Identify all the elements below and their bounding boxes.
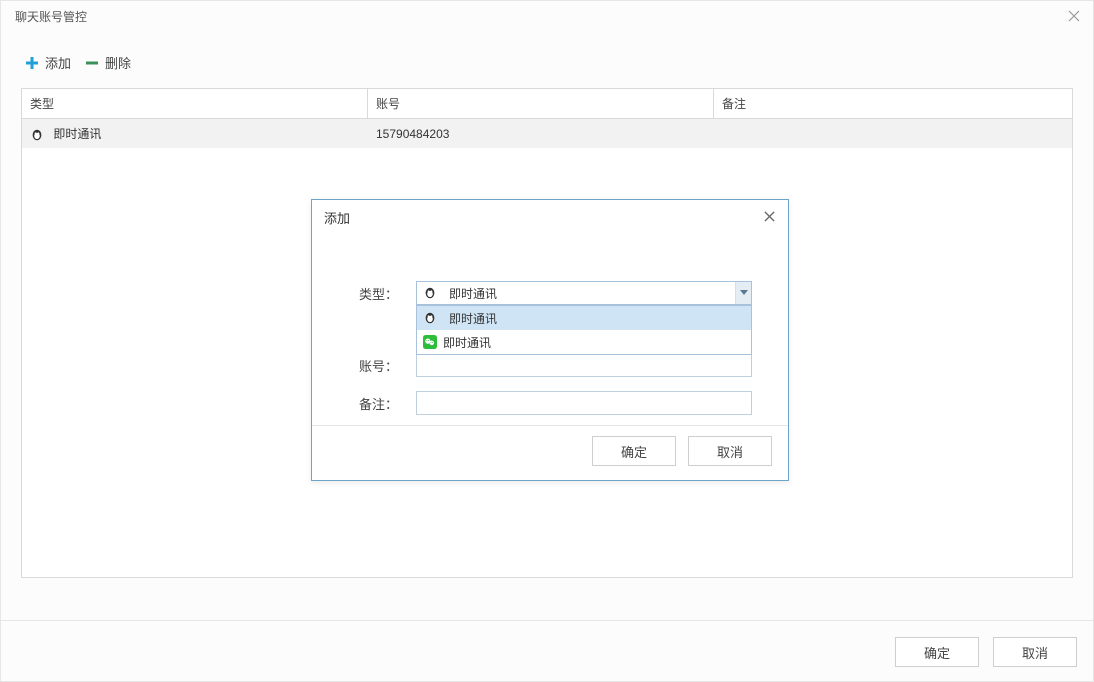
type-option-qq[interactable]: 即时通讯 <box>417 306 751 330</box>
table-header: 类型 账号 备注 <box>22 89 1072 119</box>
cell-type-text: 即时通讯 <box>53 127 101 141</box>
chat-account-dialog: 聊天账号管控 添加 删除 类型 账号 备注 <box>0 0 1094 682</box>
note-input[interactable] <box>416 391 752 415</box>
titlebar: 聊天账号管控 <box>1 1 1093 31</box>
cell-note <box>714 128 1072 140</box>
type-option-label: 即时通讯 <box>443 334 491 351</box>
col-header-account[interactable]: 账号 <box>368 89 714 118</box>
add-dialog-titlebar: 添加 <box>312 200 788 235</box>
type-label: 类型： <box>348 284 398 303</box>
footer-divider <box>1 620 1093 621</box>
close-icon[interactable] <box>1065 7 1083 25</box>
type-option-wechat[interactable]: 即时通讯 <box>417 330 751 354</box>
account-input[interactable] <box>416 353 752 377</box>
dialog-footer: 确定 取消 <box>895 637 1077 667</box>
qq-icon <box>423 286 437 300</box>
qq-icon <box>30 128 44 142</box>
cell-account: 15790484203 <box>368 121 714 147</box>
type-select[interactable]: 即时通讯 即时通讯 <box>416 281 752 305</box>
form-row-account: 账号： <box>348 353 752 377</box>
dialog-title: 聊天账号管控 <box>15 8 87 25</box>
plus-icon <box>23 54 41 72</box>
minus-icon <box>83 54 101 72</box>
add-dialog-title: 添加 <box>324 208 350 227</box>
add-dialog-footer: 确定 取消 <box>592 436 772 466</box>
type-selected-text: 即时通讯 <box>449 285 497 302</box>
account-label: 账号： <box>348 356 398 375</box>
type-select-field[interactable]: 即时通讯 <box>416 281 752 305</box>
add-dialog-cancel-button[interactable]: 取消 <box>688 436 772 466</box>
form-row-note: 备注： <box>348 391 752 415</box>
delete-button[interactable]: 删除 <box>81 51 133 74</box>
toolbar: 添加 删除 <box>21 51 1073 74</box>
add-dialog-ok-button[interactable]: 确定 <box>592 436 676 466</box>
col-header-type[interactable]: 类型 <box>22 89 368 118</box>
add-dialog: 添加 类型： 即时通讯 <box>311 199 789 481</box>
add-button-label: 添加 <box>45 53 71 72</box>
type-dropdown: 即时通讯 即时通讯 <box>416 305 752 355</box>
table-row[interactable]: 即时通讯 15790484203 <box>22 119 1072 148</box>
qq-icon <box>423 311 437 325</box>
add-dialog-close-icon[interactable] <box>763 210 776 226</box>
chevron-down-icon[interactable] <box>735 282 751 304</box>
wechat-icon <box>423 335 437 349</box>
add-button[interactable]: 添加 <box>21 51 73 74</box>
add-dialog-divider <box>312 425 788 426</box>
type-option-label: 即时通讯 <box>449 310 497 327</box>
cell-type: 即时通讯 <box>22 119 368 148</box>
form-row-type: 类型： 即时通讯 <box>348 281 752 305</box>
col-header-note[interactable]: 备注 <box>714 89 1072 118</box>
ok-button[interactable]: 确定 <box>895 637 979 667</box>
cancel-button[interactable]: 取消 <box>993 637 1077 667</box>
note-label: 备注： <box>348 394 398 413</box>
delete-button-label: 删除 <box>105 53 131 72</box>
